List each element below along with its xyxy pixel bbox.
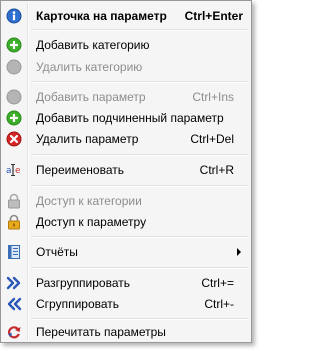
menu-separator [31, 236, 248, 238]
menu-item-label: Доступ к параметру [36, 215, 147, 229]
menu-separator [31, 81, 248, 83]
menu-item-delete-category[interactable]: Удалить категорию [3, 56, 249, 78]
menu-item-label: Карточка на параметр [36, 9, 167, 23]
menu-item-label: Сгруппировать [36, 297, 120, 311]
menu-item-add-category[interactable]: Добавить категорию [3, 34, 249, 56]
add-green-icon [6, 110, 22, 126]
menu-item-label: Разгруппировать [36, 276, 131, 290]
menu-item-label: Отчёты [36, 245, 78, 259]
context-menu: Карточка на параметр Ctrl+Enter Добавить… [0, 0, 252, 343]
menu-item-shortcut: Ctrl+Enter [184, 9, 243, 23]
menu-separator [31, 318, 248, 320]
menu-item-reload-parameters[interactable]: Перечитать параметры [3, 321, 249, 343]
menu-separator [31, 267, 248, 269]
menu-item-shortcut: Ctrl+- [204, 297, 234, 311]
group-icon [7, 297, 22, 311]
add-green-icon [6, 37, 22, 53]
menu-item-shortcut: Ctrl+= [201, 276, 234, 290]
rename-icon: a e [6, 164, 21, 176]
svg-text:e: e [15, 166, 21, 176]
lock-icon [8, 214, 20, 230]
menu-item-label: Переименовать [36, 163, 124, 177]
delete-red-icon [6, 131, 22, 147]
menu-separator [31, 185, 248, 187]
menu-item-parameter-card[interactable]: Карточка на параметр Ctrl+Enter [3, 5, 249, 27]
menu-item-label: Добавить параметр [36, 90, 146, 104]
menu-item-rename[interactable]: a e Переименовать Ctrl+R [3, 159, 249, 181]
menu-item-reports[interactable]: Отчёты [3, 241, 249, 263]
report-icon [8, 245, 20, 259]
menu-item-add-child-parameter[interactable]: Добавить подчиненный параметр [3, 107, 249, 129]
ungroup-icon [6, 276, 21, 290]
circle-gray-icon [6, 89, 22, 105]
menu-item-label: Удалить параметр [36, 132, 139, 146]
menu-item-label: Удалить категорию [36, 60, 143, 74]
svg-text:a: a [6, 166, 12, 176]
menu-item-shortcut: Ctrl+Ins [192, 90, 234, 104]
circle-gray-icon [6, 59, 22, 75]
lock-gray-icon [8, 193, 20, 209]
menu-item-label: Доступ к категории [36, 194, 142, 208]
reload-icon [8, 326, 21, 339]
menu-item-shortcut: Ctrl+R [199, 163, 234, 177]
menu-item-category-access[interactable]: Доступ к категории [3, 190, 249, 212]
menu-item-add-parameter[interactable]: Добавить параметр Ctrl+Ins [3, 86, 249, 108]
menu-item-group[interactable]: Сгруппировать Ctrl+- [3, 293, 249, 315]
menu-item-shortcut: Ctrl+Del [190, 132, 234, 146]
menu-item-ungroup[interactable]: Разгруппировать Ctrl+= [3, 272, 249, 294]
menu-item-label: Добавить подчиненный параметр [36, 111, 224, 125]
menu-item-delete-parameter[interactable]: Удалить параметр Ctrl+Del [3, 128, 249, 150]
menu-separator [31, 154, 248, 156]
info-icon [6, 8, 22, 24]
menu-item-parameter-access[interactable]: Доступ к параметру [3, 211, 249, 233]
menu-separator [31, 29, 248, 31]
submenu-arrow-icon [237, 248, 241, 256]
menu-item-label: Добавить категорию [36, 38, 150, 52]
menu-item-label: Перечитать параметры [36, 325, 166, 339]
